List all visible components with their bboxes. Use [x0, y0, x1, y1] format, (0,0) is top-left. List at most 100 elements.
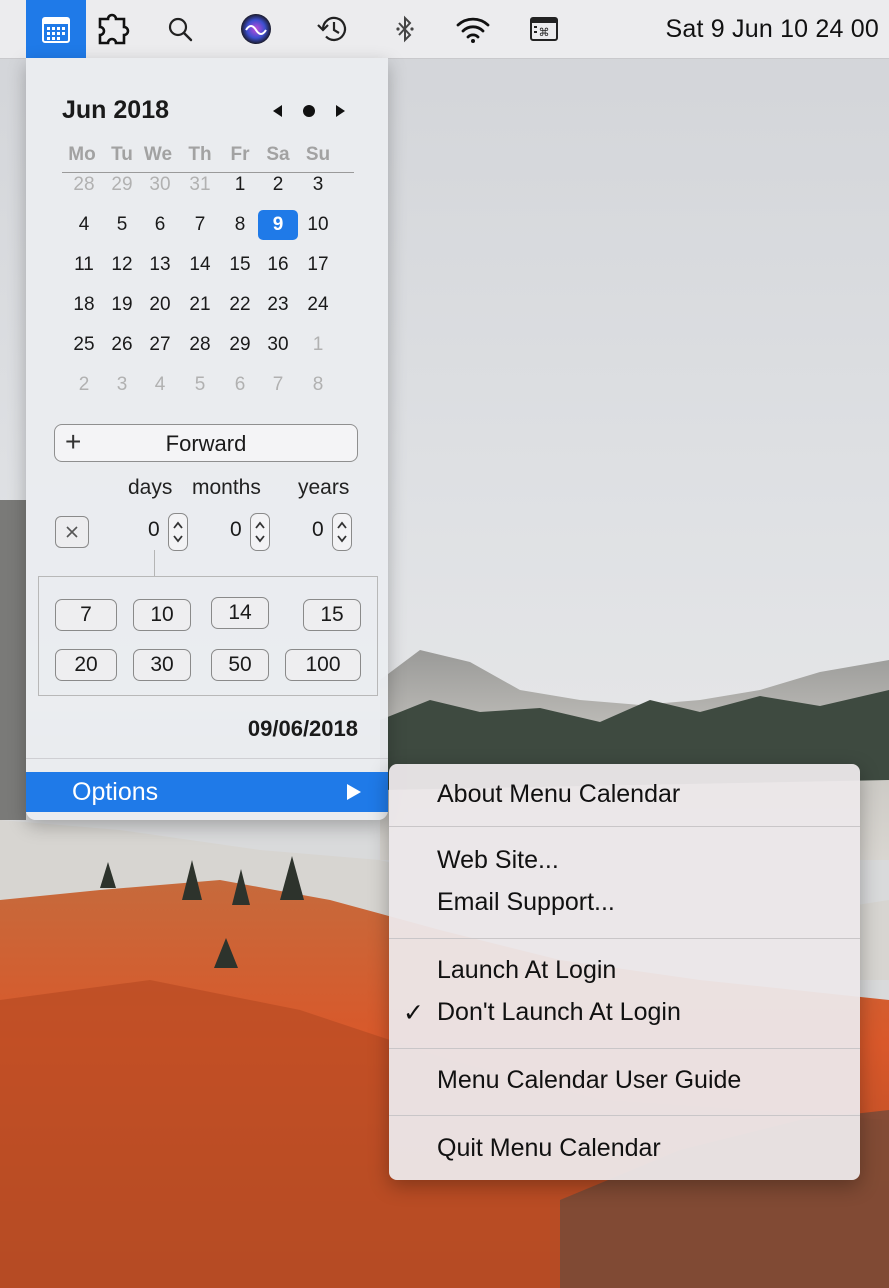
- calendar-day[interactable]: 30: [142, 170, 178, 200]
- next-month-button[interactable]: [334, 104, 348, 118]
- calendar-day[interactable]: 30: [260, 330, 296, 360]
- calendar-day[interactable]: 26: [104, 330, 140, 360]
- direction-label: Forward: [165, 431, 247, 456]
- calendar-day[interactable]: 1: [222, 170, 258, 200]
- calendar-day[interactable]: 19: [104, 290, 140, 320]
- calendar-day[interactable]: 2: [66, 370, 102, 400]
- calendar-day[interactable]: 13: [142, 250, 178, 280]
- quit-menu-item[interactable]: Quit Menu Calendar: [389, 1128, 860, 1168]
- menubar-clock[interactable]: Sat 9 Jun 10 24 00: [666, 0, 880, 58]
- calendar-day[interactable]: 1: [300, 330, 336, 360]
- launch-at-login-menu-item[interactable]: Launch At Login: [389, 950, 860, 990]
- puzzle-icon[interactable]: [88, 0, 138, 58]
- calendar-day-today[interactable]: 9: [258, 210, 298, 240]
- menu-item-label: Email Support...: [437, 888, 615, 916]
- search-icon[interactable]: [160, 0, 200, 58]
- menu-separator: [389, 1115, 860, 1116]
- calendar-day[interactable]: 11: [66, 250, 102, 280]
- previous-month-button[interactable]: [270, 104, 284, 118]
- calendar-day[interactable]: 12: [104, 250, 140, 280]
- user-guide-menu-item[interactable]: Menu Calendar User Guide: [389, 1060, 860, 1100]
- calendar-day[interactable]: 27: [142, 330, 178, 360]
- menu-calendar-panel: Jun 2018 Mo Tu We Th Fr Sa Su 28 29 30 31 1 2…: [26, 58, 388, 820]
- close-icon: [66, 526, 78, 538]
- calendar-day[interactable]: 24: [300, 290, 336, 320]
- about-menu-item[interactable]: About Menu Calendar: [389, 774, 860, 814]
- calendar-day[interactable]: 4: [142, 370, 178, 400]
- today-button[interactable]: [302, 104, 316, 118]
- preset-button[interactable]: 7: [55, 599, 117, 631]
- month-title: Jun 2018: [62, 96, 170, 124]
- calendar-day[interactable]: 3: [104, 370, 140, 400]
- calendar-day[interactable]: 6: [222, 370, 258, 400]
- menu-item-label: Quit Menu Calendar: [437, 1134, 661, 1162]
- calendar-day[interactable]: 28: [66, 170, 102, 200]
- calendar-day[interactable]: 2: [260, 170, 296, 200]
- calendar-day[interactable]: 6: [142, 210, 178, 240]
- email-support-menu-item[interactable]: Email Support...: [389, 882, 860, 922]
- preset-button[interactable]: 100: [285, 649, 361, 681]
- days-stepper[interactable]: [168, 513, 188, 551]
- weekday-label: Su: [305, 144, 331, 165]
- calendar-day[interactable]: 23: [260, 290, 296, 320]
- preset-button[interactable]: 30: [133, 649, 191, 681]
- days-label: days: [128, 476, 173, 499]
- weekday-label: We: [143, 144, 173, 165]
- calendar-day[interactable]: 29: [104, 170, 140, 200]
- calendar-day[interactable]: 15: [222, 250, 258, 280]
- calendar-day[interactable]: 20: [142, 290, 178, 320]
- calendar-day[interactable]: 8: [222, 210, 258, 240]
- calendar-day[interactable]: 8: [300, 370, 336, 400]
- website-menu-item[interactable]: Web Site...: [389, 840, 860, 880]
- calendar-day[interactable]: 3: [300, 170, 336, 200]
- years-value[interactable]: 0: [312, 518, 324, 542]
- years-stepper[interactable]: [332, 513, 352, 551]
- calendar-day[interactable]: 29: [222, 330, 258, 360]
- calendar-day[interactable]: 25: [66, 330, 102, 360]
- calendar-day[interactable]: 4: [66, 210, 102, 240]
- weekday-label: Sa: [266, 144, 290, 165]
- calendar-day[interactable]: 22: [222, 290, 258, 320]
- result-date[interactable]: 09/06/2018: [248, 716, 358, 742]
- options-submenu: About Menu Calendar Web Site... Email Su…: [389, 764, 860, 1180]
- siri-icon[interactable]: [236, 0, 276, 58]
- direction-toggle-button[interactable]: + Forward: [54, 424, 358, 462]
- preset-button[interactable]: 50: [211, 649, 269, 681]
- months-value[interactable]: 0: [230, 518, 242, 542]
- menu-separator: [389, 826, 860, 827]
- calendar-day[interactable]: 14: [182, 250, 218, 280]
- days-value[interactable]: 0: [148, 518, 160, 542]
- wifi-icon[interactable]: [450, 0, 496, 58]
- calendar-day[interactable]: 5: [104, 210, 140, 240]
- keyboard-viewer-icon[interactable]: ⌘: [524, 0, 564, 58]
- dont-launch-at-login-menu-item[interactable]: ✓ Don't Launch At Login: [389, 992, 860, 1032]
- submenu-arrow-icon: [347, 784, 361, 800]
- calendar-icon[interactable]: [26, 0, 86, 58]
- menu-item-label: About Menu Calendar: [437, 780, 681, 808]
- calendar-day[interactable]: 7: [182, 210, 218, 240]
- menu-item-label: Don't Launch At Login: [437, 998, 681, 1026]
- calendar-day[interactable]: 5: [182, 370, 218, 400]
- years-label: years: [298, 476, 350, 499]
- preset-button[interactable]: 15: [303, 599, 361, 631]
- calendar-day[interactable]: 18: [66, 290, 102, 320]
- weekday-header: Mo Tu We Th Fr Sa Su: [62, 142, 354, 173]
- menu-bar: ⌘ Sat 9 Jun 10 24 00: [0, 0, 889, 59]
- calendar-day[interactable]: 21: [182, 290, 218, 320]
- calendar-day[interactable]: 17: [300, 250, 336, 280]
- months-label: months: [192, 476, 261, 499]
- clear-button[interactable]: [55, 516, 89, 548]
- months-stepper[interactable]: [250, 513, 270, 551]
- calendar-day[interactable]: 10: [300, 210, 336, 240]
- calendar-day[interactable]: 16: [260, 250, 296, 280]
- preset-button[interactable]: 20: [55, 649, 117, 681]
- bluetooth-icon[interactable]: [390, 0, 420, 58]
- time-machine-icon[interactable]: [310, 0, 354, 58]
- calendar-day[interactable]: 28: [182, 330, 218, 360]
- options-menu-item[interactable]: Options: [26, 772, 388, 812]
- calendar-day[interactable]: 31: [182, 170, 218, 200]
- preset-button[interactable]: 14: [211, 597, 269, 629]
- calendar-day[interactable]: 7: [260, 370, 296, 400]
- preset-button[interactable]: 10: [133, 599, 191, 631]
- connector-line: [154, 550, 155, 576]
